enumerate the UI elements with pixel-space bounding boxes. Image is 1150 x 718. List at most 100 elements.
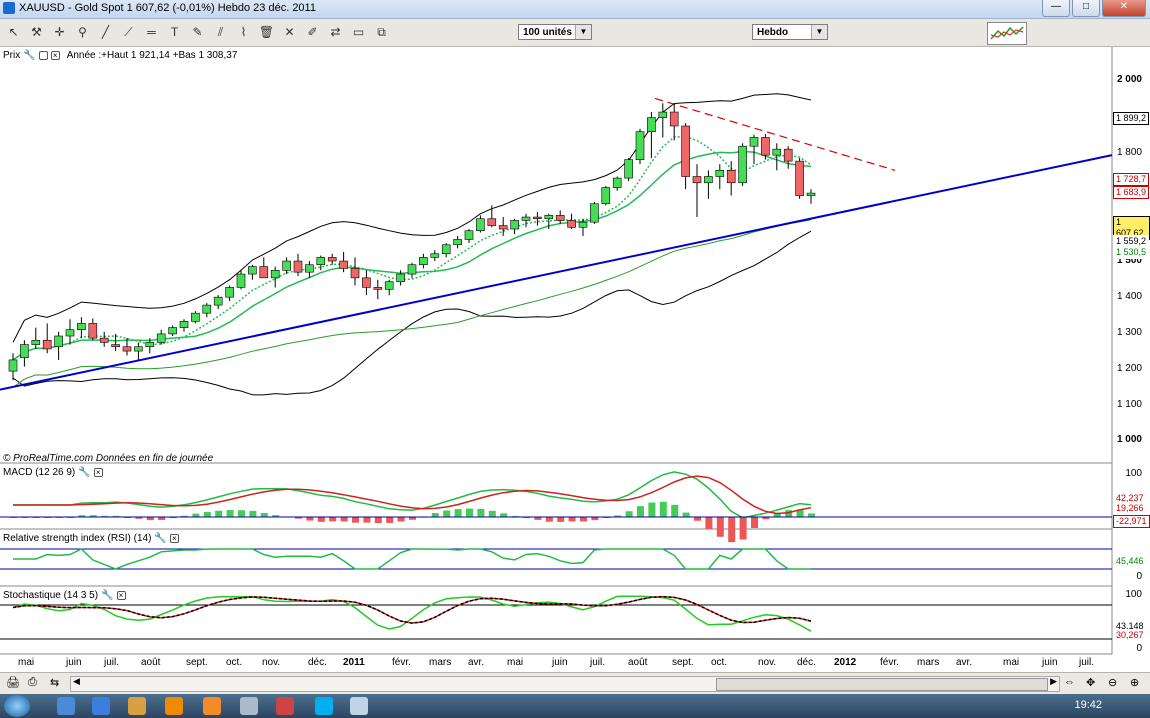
scrollbar-thumb[interactable] — [716, 678, 1048, 691]
browser-icon[interactable] — [92, 697, 110, 715]
candle-body — [453, 239, 462, 246]
line-icon[interactable]: ╱ — [95, 22, 116, 43]
rectangle-icon[interactable]: ▭ — [348, 22, 369, 43]
ruler-icon[interactable]: ⚒ — [26, 22, 47, 43]
close-icon[interactable]: × — [93, 468, 103, 477]
candle-body — [419, 257, 428, 266]
print-icon[interactable]: ⎙ — [28, 676, 37, 689]
ray-icon[interactable]: ⟋ — [118, 22, 139, 43]
close-icon[interactable]: × — [169, 534, 179, 543]
time-axis-label: déc. — [797, 657, 816, 668]
zoom-icon[interactable]: ⚲ — [72, 22, 93, 43]
horizontal-line-icon[interactable]: ═ — [141, 22, 162, 43]
macd-histogram-bar — [215, 510, 223, 517]
candle-body — [715, 170, 725, 177]
wrench-icon[interactable]: 🔧 — [154, 533, 166, 544]
candle-body — [65, 329, 75, 337]
time-axis-label: juin — [66, 657, 82, 668]
candle-body — [316, 257, 326, 266]
skype-icon[interactable] — [315, 697, 333, 715]
zoom-out-icon[interactable]: ⊖ — [1108, 676, 1117, 689]
macd-histogram-bar — [352, 517, 359, 523]
ruler2-icon[interactable]: ✎ — [187, 22, 208, 43]
window-icon[interactable] — [38, 51, 48, 60]
macd-histogram-bar — [716, 517, 724, 537]
indicators-button[interactable] — [987, 22, 1027, 45]
minimize-button[interactable]: — — [1042, 0, 1070, 17]
fit-icon[interactable]: ⇔ — [1064, 676, 1075, 688]
text-icon[interactable]: T — [164, 22, 185, 43]
stoch-panel-header: Stochastique (14 3 5) 🔧 × — [3, 590, 126, 601]
price-panel-header: Prix 🔧 × Année :+Haut 1 921,14 +Bas 1 30… — [3, 50, 237, 61]
macd-histogram-bar — [466, 508, 473, 517]
maximize-button[interactable]: □ — [1072, 0, 1100, 17]
crosshair-icon[interactable]: ✛ — [49, 22, 70, 43]
chart-area[interactable] — [0, 47, 1150, 672]
close-button[interactable]: ✕ — [1102, 0, 1146, 17]
candle-body — [749, 137, 759, 147]
rsi-label: Relative strength index (RSI) (14) — [3, 533, 152, 544]
lock-icon[interactable]: ⇆ — [50, 676, 59, 689]
candle-body — [601, 187, 611, 205]
prorealtime-icon[interactable] — [350, 697, 368, 715]
candle-body — [248, 266, 257, 275]
candle-body — [99, 337, 109, 343]
bollinger-lower — [12, 230, 812, 396]
fibonacci-icon[interactable]: ⌇ — [233, 22, 254, 43]
candle-body — [533, 216, 542, 220]
candle-body — [168, 327, 177, 335]
media-icon[interactable] — [165, 697, 183, 715]
macd-histogram-bar — [557, 517, 565, 522]
close-icon[interactable]: × — [116, 591, 126, 600]
wrench-icon[interactable]: 🔧 — [23, 50, 35, 61]
candle-body — [373, 287, 383, 290]
arrows-icon[interactable]: ⇄ — [325, 22, 346, 43]
clone-icon[interactable]: ⧉ — [371, 22, 392, 43]
start-button[interactable] — [4, 695, 30, 717]
ma-red-value: 1 728,7 — [1113, 173, 1150, 186]
bollinger-upper — [12, 93, 812, 343]
macd-histogram-bar — [500, 513, 508, 517]
price-scale-label: 1 300 — [1116, 327, 1142, 338]
time-axis: mai juin juil. août sept. oct. nov. déc. 2011 fév… — [0, 657, 1112, 671]
time-axis-label: avr. — [468, 657, 485, 668]
magnet-icon[interactable]: ✕ — [279, 22, 300, 43]
candle-body — [772, 148, 782, 156]
rsi-value: 45,446 — [1113, 555, 1147, 568]
candle-body — [521, 216, 531, 221]
channel-icon[interactable]: ⫽ — [210, 22, 231, 43]
candle-body — [54, 335, 63, 348]
macd-histogram-bar — [386, 517, 394, 523]
candle-body — [464, 230, 474, 240]
zoom-in-icon[interactable]: ⊕ — [1130, 676, 1139, 689]
close-icon[interactable]: × — [50, 51, 60, 60]
ma-red2-value: 1 683,9 — [1113, 186, 1150, 199]
folder-icon[interactable] — [128, 697, 146, 715]
units-select[interactable]: 100 unités ▼ — [518, 24, 592, 40]
candle-body — [191, 312, 200, 322]
macd-histogram-bar — [226, 510, 234, 517]
candle-body — [236, 273, 246, 288]
candle-body — [612, 177, 622, 188]
pencil-icon[interactable]: ✐ — [302, 22, 323, 43]
period-select[interactable]: Hebdo ▼ — [752, 24, 828, 40]
pointer-icon[interactable]: ↖ — [3, 22, 24, 43]
expand-icon[interactable]: ✥ — [1086, 676, 1095, 689]
horizontal-scrollbar[interactable]: ◀ ▶ — [70, 676, 1060, 692]
wrench-icon[interactable]: 🔧 — [78, 467, 90, 478]
trash-icon[interactable]: 🗑 — [256, 22, 277, 43]
app-icon[interactable] — [276, 697, 294, 715]
candle-body — [761, 137, 770, 156]
wrench-icon[interactable]: 🔧 — [101, 590, 113, 601]
explorer-icon[interactable] — [57, 697, 75, 715]
scroll-right-icon[interactable]: ▶ — [1050, 676, 1057, 687]
macd-histogram-bar — [192, 513, 200, 517]
scroll-left-icon[interactable]: ◀ — [73, 676, 80, 687]
time-axis-label: 2012 — [834, 657, 857, 668]
app-icon[interactable] — [240, 697, 258, 715]
print-preview-icon[interactable]: 🖨 — [6, 676, 20, 689]
vlc-icon[interactable] — [203, 697, 221, 715]
candle-body — [669, 111, 679, 127]
candle-body — [510, 220, 519, 230]
candle-body — [555, 215, 565, 221]
